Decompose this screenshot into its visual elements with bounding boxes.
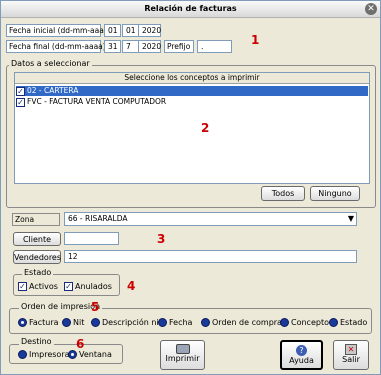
prefijo-label: Prefijo: [164, 40, 194, 53]
radio-icon: [18, 350, 27, 359]
destino-option-label: Ventana: [79, 350, 112, 359]
orden-concepto-radio[interactable]: Concepto: [280, 318, 329, 328]
todos-button[interactable]: Todos: [261, 186, 305, 201]
orden-option-label: Nit: [73, 318, 85, 327]
fecha-final-year[interactable]: 2020: [138, 40, 161, 53]
conceptos-list[interactable]: Seleccione los conceptos a imprimir ✓ 02 …: [14, 72, 370, 184]
estado-title: Estado: [22, 268, 54, 277]
orden-option-label: Descripción nit: [102, 318, 162, 327]
checkbox-checked-icon: ✓: [64, 282, 73, 291]
exit-icon: ✕: [345, 344, 357, 355]
list-header: Seleccione los conceptos a imprimir: [15, 73, 369, 84]
close-icon[interactable]: ✕: [365, 3, 377, 15]
list-item-label: 02 - CARTERA: [27, 86, 79, 95]
imprimir-label: Imprimir: [165, 354, 200, 363]
section-marker-6: 6: [76, 337, 85, 351]
salir-label: Salir: [342, 355, 360, 364]
checkbox-checked-icon[interactable]: ✓: [16, 97, 25, 107]
destino-ventana-radio[interactable]: Ventana: [68, 350, 112, 360]
activos-label: Activos: [29, 282, 58, 291]
cliente-button[interactable]: Cliente: [13, 232, 61, 246]
ninguno-button[interactable]: Ninguno: [310, 186, 360, 201]
anulados-checkbox[interactable]: ✓ Anulados: [64, 282, 112, 292]
orden-fecha-radio[interactable]: Fecha: [158, 318, 192, 328]
destino-impresora-radio[interactable]: Impresora: [18, 350, 70, 360]
orden-factura-radio[interactable]: Factura: [18, 318, 59, 328]
destino-title: Destino: [19, 337, 54, 346]
radio-selected-icon: [68, 350, 77, 359]
list-item[interactable]: ✓ 02 - CARTERA: [16, 86, 368, 96]
ayuda-button[interactable]: ? Ayuda: [280, 340, 323, 370]
radio-icon: [62, 318, 71, 327]
zona-select[interactable]: 66 - RISARALDA ▼: [64, 212, 357, 226]
fecha-inicial-label: Fecha inicial (dd-mm-aaaa): [6, 24, 111, 37]
orden-option-label: Estado: [340, 318, 368, 327]
imprimir-button[interactable]: Imprimir: [160, 340, 205, 370]
fecha-inicial-year[interactable]: 2020: [138, 24, 161, 37]
chevron-down-icon[interactable]: ▼: [348, 213, 354, 224]
orden-descripcion-nit-radio[interactable]: Descripción nit: [91, 318, 162, 328]
section-marker-4: 4: [127, 279, 136, 293]
anulados-label: Anulados: [75, 282, 112, 291]
list-item[interactable]: ✓ FVC - FACTURA VENTA COMPUTADOR: [16, 97, 368, 107]
list-item-label: FVC - FACTURA VENTA COMPUTADOR: [27, 97, 167, 106]
fecha-inicial-day[interactable]: 01: [104, 24, 121, 37]
checkbox-checked-icon: ✓: [18, 282, 27, 291]
window-title: Relación de facturas: [144, 4, 237, 13]
help-icon: ?: [296, 345, 307, 356]
destino-option-label: Impresora: [29, 350, 70, 359]
section-marker-1: 1: [251, 33, 260, 47]
orden-estado-radio[interactable]: Estado: [329, 318, 367, 328]
checkbox-checked-icon[interactable]: ✓: [16, 86, 25, 96]
title-bar: Relación de facturas ✕: [1, 1, 380, 18]
fecha-final-label: Fecha final (dd-mm-aaaa): [6, 40, 106, 53]
radio-selected-icon: [18, 318, 27, 327]
printer-icon: [175, 344, 190, 354]
radio-icon: [158, 318, 167, 327]
ayuda-label: Ayuda: [289, 356, 314, 365]
section-marker-2: 2: [201, 121, 210, 135]
datos-group-title: Datos a seleccionar: [9, 59, 92, 68]
section-marker-3: 3: [157, 232, 166, 246]
zona-select-value: 66 - RISARALDA: [68, 214, 128, 223]
vendedores-input[interactable]: 12: [64, 250, 357, 263]
salir-button[interactable]: ✕ Salir: [333, 340, 369, 370]
fecha-final-day[interactable]: 31: [104, 40, 121, 53]
orden-nit-radio[interactable]: Nit: [62, 318, 84, 328]
radio-icon: [91, 318, 100, 327]
orden-option-label: Orden de compra: [212, 318, 282, 327]
orden-orden-compra-radio[interactable]: Orden de compra: [201, 318, 282, 328]
orden-option-label: Factura: [29, 318, 59, 327]
radio-icon: [280, 318, 289, 327]
vendedores-button[interactable]: Vendedores: [13, 250, 61, 264]
orden-option-label: Concepto: [291, 318, 329, 327]
orden-title: Orden de impresión: [19, 302, 103, 311]
orden-option-label: Fecha: [169, 318, 193, 327]
prefijo-input[interactable]: .: [197, 40, 232, 53]
fecha-final-month[interactable]: 7: [122, 40, 139, 53]
radio-icon: [329, 318, 338, 327]
radio-icon: [201, 318, 210, 327]
fecha-inicial-month[interactable]: 01: [122, 24, 139, 37]
relacion-facturas-window: Relación de facturas ✕ Fecha inicial (dd…: [0, 0, 381, 375]
activos-checkbox[interactable]: ✓ Activos: [18, 282, 58, 292]
section-marker-5: 5: [91, 300, 100, 314]
cliente-input[interactable]: [64, 232, 119, 245]
zona-label: Zona: [12, 213, 60, 226]
